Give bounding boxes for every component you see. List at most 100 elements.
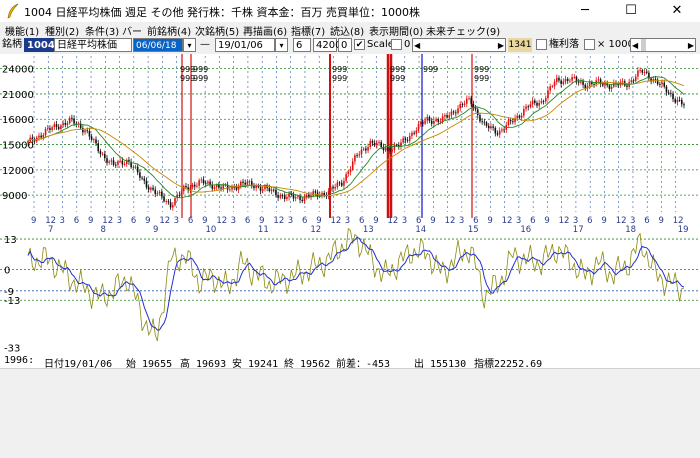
value2-field[interactable]: 0 bbox=[338, 38, 352, 52]
candle-body bbox=[485, 122, 488, 126]
candle-body bbox=[292, 194, 295, 199]
month-tick-label: 9 bbox=[658, 216, 663, 226]
scroll-left-icon-2[interactable]: ◀ bbox=[632, 39, 638, 53]
month-tick-label: 3 bbox=[345, 216, 350, 226]
candle-body bbox=[408, 135, 411, 141]
candle-body bbox=[340, 182, 343, 186]
candle-body bbox=[641, 70, 644, 73]
osc-tick-label: 0 bbox=[4, 266, 10, 277]
candle-body bbox=[275, 189, 277, 196]
month-tick-label: 9 bbox=[88, 216, 93, 226]
signal-marker-label: 999 bbox=[193, 65, 208, 74]
candle-body bbox=[501, 129, 503, 131]
candle-body bbox=[643, 72, 646, 73]
candle-body bbox=[547, 90, 549, 99]
candle-body bbox=[215, 184, 218, 188]
empty-panel bbox=[0, 368, 700, 458]
menu-future-check[interactable]: 未来チェック(9) bbox=[426, 23, 500, 38]
candle-body bbox=[53, 124, 56, 128]
menu-next-symbol[interactable]: 次銘柄(5) bbox=[195, 23, 239, 38]
candle-body bbox=[564, 78, 567, 82]
candle-body bbox=[253, 186, 255, 189]
candle-body bbox=[395, 144, 398, 146]
candle-body bbox=[154, 189, 157, 194]
price-tick-label: 12000 bbox=[2, 166, 34, 177]
candle-body bbox=[198, 180, 200, 186]
year-tick-label: 8 bbox=[100, 225, 105, 235]
menu-redraw[interactable]: 再描画(6) bbox=[243, 23, 287, 38]
candle-body bbox=[332, 187, 334, 189]
maximize-button[interactable]: ☐ bbox=[608, 0, 654, 22]
candle-body bbox=[167, 201, 170, 203]
candle-body bbox=[200, 179, 203, 181]
end-date-dropdown-icon[interactable]: ▾ bbox=[275, 38, 288, 52]
start-date-field[interactable]: 06/06/18 bbox=[133, 38, 183, 52]
candle-body bbox=[73, 118, 75, 124]
candle-body bbox=[479, 115, 481, 122]
end-date-field[interactable]: 19/01/06 bbox=[215, 38, 275, 52]
stock-chart[interactable]: 999999999999999999999999999 999999 240002… bbox=[0, 54, 700, 354]
candle-body bbox=[654, 79, 657, 80]
scroll-left-icon[interactable]: ◀ bbox=[414, 39, 420, 53]
candle-body bbox=[255, 185, 257, 189]
left-scrollbar[interactable]: ◀ ▶ bbox=[412, 38, 506, 52]
year-tick-label: 11 bbox=[258, 225, 269, 235]
candle-body bbox=[661, 82, 663, 85]
year-tick-label: 14 bbox=[415, 225, 426, 235]
oscillator-signal-line bbox=[27, 236, 685, 331]
rights-label: 権利落 bbox=[549, 39, 579, 50]
scroll-thumb[interactable] bbox=[641, 39, 646, 51]
start-date-dropdown-icon[interactable]: ▾ bbox=[183, 38, 196, 52]
candle-body bbox=[523, 109, 525, 116]
menu-function[interactable]: 機能(1) bbox=[5, 23, 39, 38]
price-panel bbox=[27, 67, 685, 211]
candle-body bbox=[551, 86, 554, 87]
candle-body bbox=[608, 85, 611, 89]
menu-prev-symbol[interactable]: 前銘柄(4) bbox=[147, 23, 191, 38]
month-tick-label: 3 bbox=[459, 216, 464, 226]
price-tick-label: 9000 bbox=[2, 191, 27, 202]
minimize-button[interactable]: ─ bbox=[562, 0, 608, 22]
candle-body bbox=[555, 77, 558, 83]
times1000-checkbox[interactable] bbox=[584, 39, 595, 50]
menu-condition[interactable]: 条件(3) bbox=[85, 23, 119, 38]
candle-body bbox=[558, 77, 560, 81]
candle-body bbox=[189, 187, 192, 191]
candle-body bbox=[46, 128, 49, 130]
year-tick-label: 13 bbox=[363, 225, 374, 235]
menu-display-period[interactable]: 表示期間(0) bbox=[369, 23, 423, 38]
osc-tick-label: 13 bbox=[4, 235, 17, 246]
candle-body bbox=[62, 123, 64, 126]
candle-body bbox=[536, 102, 538, 106]
status-count: 1996: bbox=[4, 355, 35, 366]
menu-bar-item[interactable]: バー bbox=[122, 23, 142, 38]
scroll-right-icon[interactable]: ▶ bbox=[498, 39, 504, 53]
candle-body bbox=[494, 127, 497, 134]
candle-body bbox=[301, 199, 304, 202]
osc-tick-label: -33 bbox=[4, 343, 20, 354]
candle-body bbox=[496, 133, 499, 135]
menu-indicator[interactable]: 指標(7) bbox=[291, 23, 325, 38]
candle-body bbox=[163, 196, 165, 202]
symbol-name-field[interactable]: 日経平均株価 bbox=[54, 38, 132, 52]
symbol-code-field[interactable]: 1004 bbox=[24, 38, 55, 52]
candle-body bbox=[553, 82, 556, 87]
candle-body bbox=[380, 142, 383, 147]
candle-body bbox=[286, 197, 288, 199]
menu-load[interactable]: 読込(8) bbox=[330, 23, 364, 38]
candle-body bbox=[44, 129, 47, 136]
candle-body bbox=[562, 81, 565, 84]
price-tick-label: 24000 bbox=[2, 65, 34, 76]
code-box: 1341 bbox=[508, 38, 532, 52]
rights-checkbox[interactable] bbox=[536, 39, 547, 50]
close-button[interactable]: ✕ bbox=[654, 0, 700, 22]
candle-body bbox=[417, 123, 420, 131]
value1-field[interactable]: 4200 bbox=[313, 38, 341, 52]
candle-body bbox=[204, 183, 207, 185]
right-scrollbar[interactable]: ◀ ▶ bbox=[630, 38, 696, 52]
period-field[interactable]: 6 bbox=[293, 38, 311, 52]
scale-value-checkbox[interactable] bbox=[391, 39, 402, 50]
scroll-right-icon-2[interactable]: ▶ bbox=[688, 39, 694, 53]
menu-type[interactable]: 種別(2) bbox=[45, 23, 79, 38]
scale-checkbox[interactable]: ✔ bbox=[354, 39, 365, 50]
